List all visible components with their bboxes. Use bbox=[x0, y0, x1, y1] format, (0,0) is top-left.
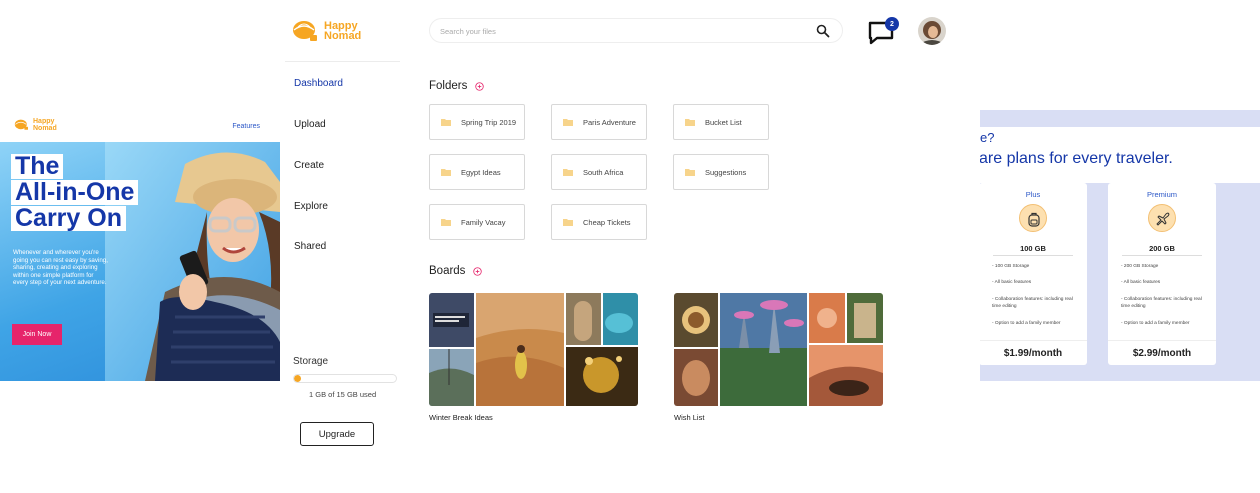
add-board-icon[interactable] bbox=[473, 266, 483, 276]
upgrade-button[interactable]: Upgrade bbox=[300, 422, 374, 446]
folder-icon bbox=[441, 119, 451, 126]
plan-feature: - Collaboration features: including real… bbox=[1121, 297, 1202, 309]
board-label: Winter Break Ideas bbox=[429, 413, 493, 422]
plan-divider bbox=[1122, 255, 1202, 256]
sidebar-item-shared[interactable]: Shared bbox=[294, 241, 326, 252]
plan-feature: - 200 GB Storage bbox=[1121, 264, 1159, 269]
balloon-logo-icon bbox=[293, 21, 317, 41]
plan-price: $2.99/month bbox=[1108, 340, 1216, 365]
folders-heading: Folders bbox=[429, 80, 468, 92]
landing-header: Happy Nomad Features bbox=[0, 108, 280, 142]
landing-preview: Happy Nomad Features The All-in-One Carr… bbox=[0, 108, 280, 381]
app-logo-text: Happy Nomad bbox=[324, 20, 362, 42]
folder-icon bbox=[563, 169, 573, 176]
boards-heading: Boards bbox=[429, 265, 466, 277]
airplane-icon bbox=[1156, 212, 1170, 226]
plan-icon-badge bbox=[1019, 204, 1047, 232]
plan-card-premium[interactable]: Premium 200 GB - 200 GB Storage - All ba… bbox=[1108, 183, 1216, 365]
add-folder-icon[interactable] bbox=[475, 81, 485, 91]
folder-item[interactable]: Spring Trip 2019 bbox=[429, 104, 525, 140]
plan-icon-badge bbox=[1148, 204, 1176, 232]
folder-item[interactable]: Suggestions bbox=[673, 154, 769, 190]
folder-icon bbox=[563, 219, 573, 226]
board-label: Wish List bbox=[674, 413, 705, 422]
folder-label: South Africa bbox=[583, 167, 624, 177]
folder-label: Spring Trip 2019 bbox=[461, 117, 517, 127]
plan-divider bbox=[993, 255, 1073, 256]
plan-feature: - Option to add a family member bbox=[992, 321, 1061, 326]
features-link[interactable]: Features bbox=[232, 123, 260, 130]
plan-feature: - Collaboration features: including real… bbox=[992, 297, 1073, 309]
notification-badge: 2 bbox=[885, 17, 899, 31]
hero-banner: The All-in-One Carry On Whenever and whe… bbox=[0, 142, 280, 381]
board-collage-wish-list[interactable] bbox=[674, 293, 883, 406]
app-logo[interactable]: Happy Nomad bbox=[292, 20, 361, 42]
plan-storage: 100 GB bbox=[1020, 244, 1046, 253]
folder-label: Egypt Ideas bbox=[461, 167, 501, 177]
folders-section-title: Folders bbox=[429, 80, 485, 92]
plan-name: Plus bbox=[1025, 190, 1041, 199]
plan-feature: - All basic features bbox=[1121, 280, 1161, 285]
sidebar-divider bbox=[285, 61, 400, 62]
folder-icon bbox=[441, 219, 451, 226]
board-collage-winter[interactable] bbox=[429, 293, 638, 406]
plan-card-plus[interactable]: Plus 100 GB - 100 GB Storage - All basic… bbox=[980, 183, 1087, 365]
search-icon[interactable] bbox=[816, 24, 830, 38]
folder-label: Family Vacay bbox=[461, 217, 506, 227]
pricing-headline: are plans for every traveler. bbox=[980, 150, 1173, 167]
plan-feature: - 100 GB Storage bbox=[992, 264, 1030, 269]
user-avatar[interactable] bbox=[918, 17, 946, 45]
storage-title: Storage bbox=[293, 356, 329, 367]
plan-feature: - All basic features bbox=[992, 280, 1032, 285]
folder-item[interactable]: Paris Adventure bbox=[551, 104, 647, 140]
folder-item[interactable]: Family Vacay bbox=[429, 204, 525, 240]
folder-item[interactable]: South Africa bbox=[551, 154, 647, 190]
plan-price: $1.99/month bbox=[980, 340, 1087, 365]
search-bar bbox=[429, 18, 843, 43]
hero-title: The All-in-One Carry On bbox=[11, 154, 139, 232]
pricing-question: e? bbox=[980, 130, 995, 145]
folder-item[interactable]: Bucket List bbox=[673, 104, 769, 140]
landing-logo-text: Happy Nomad bbox=[33, 118, 57, 132]
balloon-logo-icon bbox=[14, 119, 28, 130]
search-input[interactable] bbox=[440, 24, 800, 38]
folder-label: Paris Adventure bbox=[583, 117, 636, 127]
storage-usage-text: 1 GB of 15 GB used bbox=[309, 390, 377, 399]
folder-icon bbox=[685, 169, 695, 176]
sidebar-item-upload[interactable]: Upload bbox=[294, 119, 326, 130]
folder-icon bbox=[441, 169, 451, 176]
sidebar-item-explore[interactable]: Explore bbox=[294, 201, 328, 212]
folder-label: Cheap Tickets bbox=[583, 217, 631, 227]
backpack-icon bbox=[1028, 212, 1040, 227]
sidebar-item-create[interactable]: Create bbox=[294, 160, 324, 171]
hero-description: Whenever and wherever you're going you c… bbox=[13, 249, 108, 286]
storage-progress-bar bbox=[293, 374, 397, 383]
landing-logo[interactable]: Happy Nomad bbox=[14, 118, 57, 132]
storage-progress-fill bbox=[294, 375, 301, 382]
folder-icon bbox=[685, 119, 695, 126]
join-now-button[interactable]: Join Now bbox=[12, 324, 62, 345]
folder-icon bbox=[563, 119, 573, 126]
plan-feature: - Option to add a family member bbox=[1121, 321, 1190, 326]
folder-item[interactable]: Egypt Ideas bbox=[429, 154, 525, 190]
pricing-preview: e? are plans for every traveler. Plus 10… bbox=[980, 110, 1260, 381]
folder-label: Suggestions bbox=[705, 167, 747, 177]
folder-item[interactable]: Cheap Tickets bbox=[551, 204, 647, 240]
boards-section-title: Boards bbox=[429, 265, 483, 277]
plan-name: Premium bbox=[1146, 190, 1177, 199]
plan-storage: 200 GB bbox=[1149, 244, 1175, 253]
folder-label: Bucket List bbox=[705, 117, 742, 127]
sidebar-item-dashboard[interactable]: Dashboard bbox=[294, 78, 343, 89]
